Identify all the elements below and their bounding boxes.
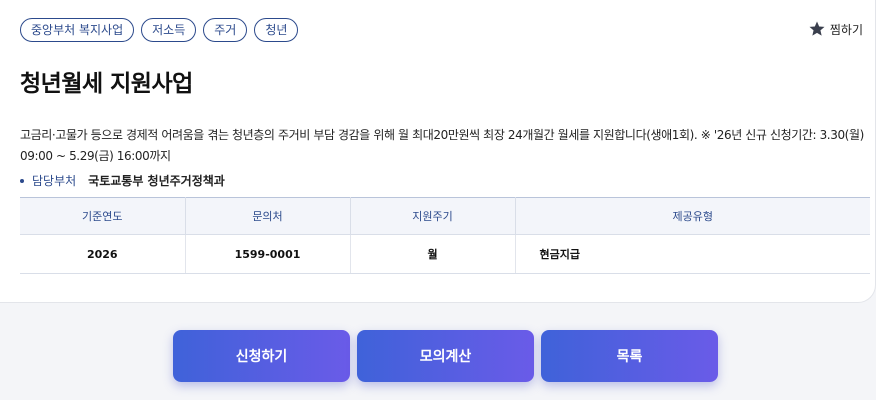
- table-header-row: 기준연도 문의처 지원주기 제공유형: [20, 197, 870, 235]
- simulate-button[interactable]: 모의계산: [357, 330, 534, 382]
- tag-list: 중앙부처 복지사업 저소득 주거 청년: [20, 18, 299, 42]
- cell-contact: 1599-0001: [185, 234, 351, 274]
- tag-low-income[interactable]: 저소득: [141, 18, 197, 42]
- bookmark-button[interactable]: 찜하기: [808, 20, 863, 38]
- cell-support-cycle: 월: [350, 234, 516, 274]
- tag-central-welfare[interactable]: 중앙부처 복지사업: [20, 18, 135, 42]
- service-description: 고금리·고물가 등으로 경제적 어려움을 겪는 청년층의 주거비 부담 경감을 …: [20, 128, 864, 163]
- header-provision-type: 제공유형: [515, 197, 870, 235]
- bookmark-label: 찜하기: [829, 22, 863, 37]
- star-icon: [809, 21, 825, 36]
- action-buttons: 신청하기 모의계산 목록: [173, 330, 718, 382]
- department-info: 담당부처 국토교통부 청년주거정책과: [20, 172, 225, 189]
- service-info-table: 기준연도 문의처 지원주기 제공유형 2026 1599-0001 월 현금지급: [20, 197, 870, 274]
- bullet-dot: [20, 178, 24, 183]
- department-value: 국토교통부 청년주거정책과: [88, 174, 225, 188]
- department-label: 담당부처: [32, 174, 77, 188]
- cell-provision-type: 현금지급: [515, 234, 870, 274]
- apply-button[interactable]: 신청하기: [173, 330, 350, 382]
- tag-housing[interactable]: 주거: [203, 18, 248, 42]
- cell-base-year: 2026: [20, 234, 186, 274]
- tag-youth[interactable]: 청년: [254, 18, 299, 42]
- list-button[interactable]: 목록: [541, 330, 718, 382]
- service-detail-card: 중앙부처 복지사업 저소득 주거 청년 찜하기 청년월세 지원사업 고금리·고물…: [0, 0, 876, 303]
- header-support-cycle: 지원주기: [350, 197, 516, 235]
- header-contact: 문의처: [185, 197, 351, 235]
- header-base-year: 기준연도: [20, 197, 186, 235]
- page-title: 청년월세 지원사업: [20, 71, 193, 97]
- table-row: 2026 1599-0001 월 현금지급: [20, 234, 870, 274]
